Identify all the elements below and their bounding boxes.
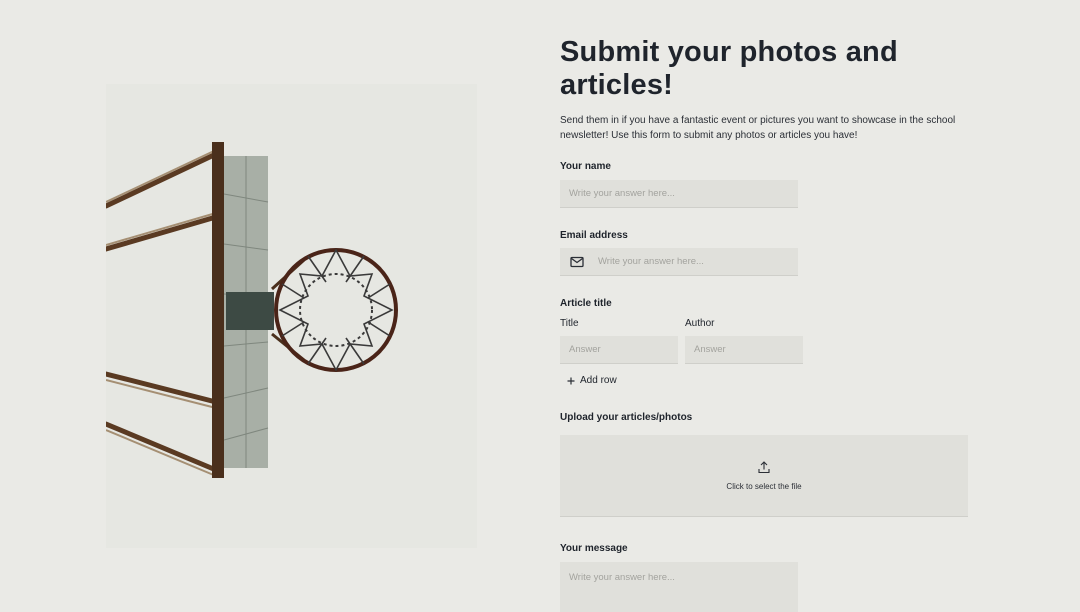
name-input[interactable]: Write your answer here... xyxy=(560,180,798,208)
mail-icon xyxy=(570,256,584,267)
form-description: Send them in if you have a fantastic eve… xyxy=(560,115,956,141)
email-label: Email address xyxy=(560,230,628,241)
page-title: Submit your photos and articles! xyxy=(560,36,898,101)
author-placeholder: Answer xyxy=(694,344,726,355)
author-input[interactable]: Answer xyxy=(685,336,803,364)
plus-icon xyxy=(567,377,575,384)
author-column-label: Author xyxy=(685,318,715,329)
message-input[interactable]: Write your answer here... xyxy=(560,562,798,612)
add-row-button[interactable]: Add row xyxy=(567,375,617,386)
title-column-label: Title xyxy=(560,318,579,329)
email-placeholder: Write your answer here... xyxy=(598,256,704,267)
name-placeholder: Write your answer here... xyxy=(569,188,675,199)
upload-text: Click to select the file xyxy=(726,481,802,491)
title-placeholder: Answer xyxy=(569,344,601,355)
add-row-label: Add row xyxy=(580,375,617,386)
message-label: Your message xyxy=(560,543,628,554)
upload-label: Upload your articles/photos xyxy=(560,412,693,423)
hero-image xyxy=(106,84,477,548)
file-upload-dropzone[interactable]: Click to select the file xyxy=(560,435,968,517)
email-input[interactable]: Write your answer here... xyxy=(560,248,798,276)
upload-icon xyxy=(758,460,770,473)
name-label: Your name xyxy=(560,161,611,172)
message-placeholder: Write your answer here... xyxy=(569,572,675,583)
title-input[interactable]: Answer xyxy=(560,336,678,364)
article-title-label: Article title xyxy=(560,298,612,309)
